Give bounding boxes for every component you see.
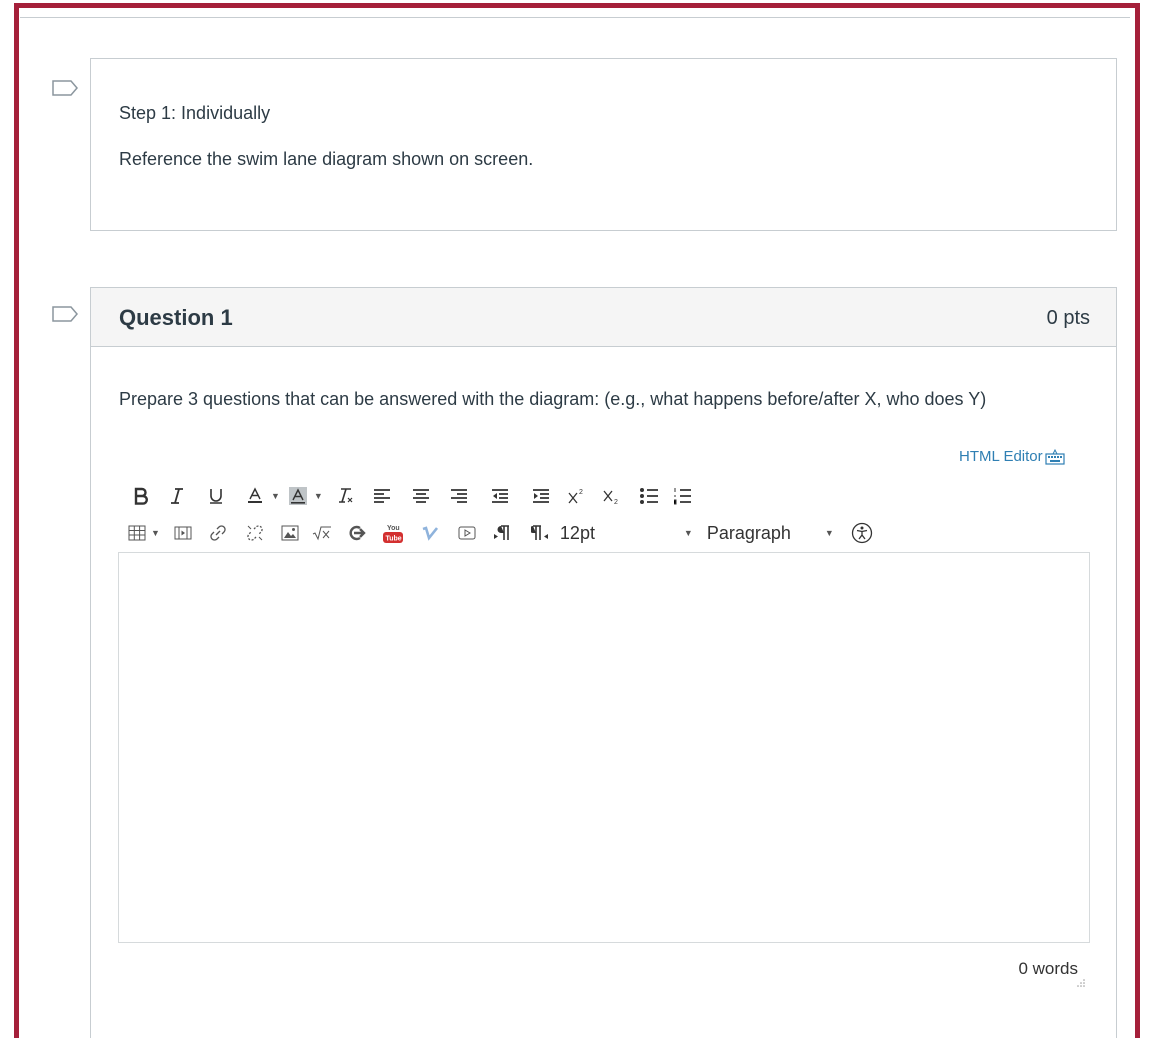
media-button[interactable]: [166, 520, 200, 546]
youtube-icon: You Tube: [382, 525, 403, 543]
clear-formatting-button[interactable]: [329, 483, 361, 509]
chevron-down-icon[interactable]: ▼: [825, 528, 834, 538]
rtl-button[interactable]: [520, 520, 560, 546]
unlink-button[interactable]: [236, 520, 274, 546]
html-editor-label: HTML Editor: [959, 448, 1043, 465]
image-icon: [281, 525, 299, 541]
text-color-button[interactable]: [243, 483, 267, 509]
chevron-down-icon[interactable]: ▼: [271, 491, 280, 501]
embed-button[interactable]: [450, 520, 484, 546]
font-size-value: 12pt: [559, 522, 595, 543]
italic-icon: [171, 488, 183, 504]
text-color-icon: [248, 487, 262, 503]
link-icon: [210, 525, 226, 541]
align-left-button[interactable]: [361, 483, 403, 509]
indent-button[interactable]: [521, 483, 561, 509]
superscript-icon: 2: [568, 489, 583, 504]
step-heading: Step 1: Individually: [119, 103, 271, 123]
youtube-button[interactable]: You Tube: [376, 520, 410, 546]
flag-outline-icon[interactable]: [52, 80, 78, 96]
html-editor-link[interactable]: HTML Editor: [959, 448, 1065, 465]
bold-icon: [134, 487, 148, 505]
numbered-list-icon: [673, 488, 691, 505]
question-card: Question 1 0 pts Prepare 3 questions tha…: [90, 287, 1117, 1038]
question-title: Question 1: [119, 305, 233, 330]
chevron-down-icon[interactable]: ▼: [151, 528, 160, 538]
bullet-list-button[interactable]: [631, 483, 667, 509]
square-root-icon: [312, 526, 331, 541]
outdent-button[interactable]: [479, 483, 521, 509]
superscript-button[interactable]: 2: [561, 483, 591, 509]
rtl-paragraph-icon: [530, 525, 548, 540]
accessibility-icon: [851, 522, 872, 544]
background-color-icon: [288, 487, 307, 505]
align-left-icon: [373, 489, 390, 503]
lti-tool-button[interactable]: [338, 520, 376, 546]
svg-text:2: 2: [614, 499, 618, 505]
subscript-button[interactable]: 2: [591, 483, 631, 509]
resize-handle-icon[interactable]: [1076, 978, 1086, 988]
play-box-icon: [458, 526, 476, 540]
question-prompt: Prepare 3 questions that can be answered…: [119, 389, 987, 409]
bullet-list-icon: [639, 488, 658, 504]
format-value: Paragraph: [706, 522, 791, 543]
underline-icon: [210, 489, 222, 504]
align-center-button[interactable]: [403, 483, 439, 509]
arrow-circle-icon: [349, 525, 366, 541]
question-points: 0 pts: [1046, 307, 1090, 329]
image-button[interactable]: [274, 520, 306, 546]
italic-button[interactable]: [155, 483, 199, 509]
media-icon: [174, 526, 192, 540]
chevron-down-icon[interactable]: ▼: [314, 491, 323, 501]
top-divider: [20, 17, 1130, 18]
accessibility-checker-button[interactable]: [850, 520, 874, 546]
link-button[interactable]: [200, 520, 236, 546]
svg-text:You: You: [387, 525, 400, 532]
svg-text:Tube: Tube: [385, 536, 401, 543]
editor-toolbar-row-1: ▼ ▼ 2 2: [127, 483, 697, 509]
chevron-down-icon[interactable]: ▼: [684, 528, 693, 538]
equation-button[interactable]: [306, 520, 338, 546]
ltr-button[interactable]: [484, 520, 520, 546]
outdent-icon: [491, 489, 508, 503]
numbered-list-button[interactable]: [667, 483, 697, 509]
align-right-button[interactable]: [439, 483, 479, 509]
align-center-icon: [412, 489, 429, 503]
ltr-paragraph-icon: [493, 525, 509, 540]
vimeo-button[interactable]: [410, 520, 450, 546]
table-button[interactable]: [127, 520, 147, 546]
text-only-question: Step 1: Individually Reference the swim …: [90, 58, 1117, 231]
keyboard-icon: [1045, 448, 1065, 465]
rich-text-editor[interactable]: [118, 552, 1090, 943]
unlink-icon: [247, 525, 263, 541]
table-icon: [128, 525, 146, 541]
font-size-select[interactable]: 12pt: [560, 520, 684, 546]
question-header: Question 1 0 pts: [91, 288, 1116, 347]
underline-button[interactable]: [199, 483, 233, 509]
editor-toolbar-row-2: ▼ You Tube 12pt ▼ Paragraph ▼: [127, 520, 874, 546]
align-right-icon: [450, 489, 467, 503]
background-color-button[interactable]: [286, 483, 310, 509]
subscript-icon: 2: [603, 490, 618, 505]
word-count: 0 words: [1018, 959, 1078, 978]
vimeo-icon: [422, 526, 438, 541]
format-select[interactable]: Paragraph: [707, 520, 825, 546]
bold-button[interactable]: [127, 483, 155, 509]
svg-text:2: 2: [579, 489, 583, 496]
flag-outline-icon[interactable]: [52, 306, 78, 322]
indent-icon: [532, 489, 549, 503]
clear-formatting-icon: [338, 488, 353, 503]
step-instruction: Reference the swim lane diagram shown on…: [119, 149, 534, 169]
